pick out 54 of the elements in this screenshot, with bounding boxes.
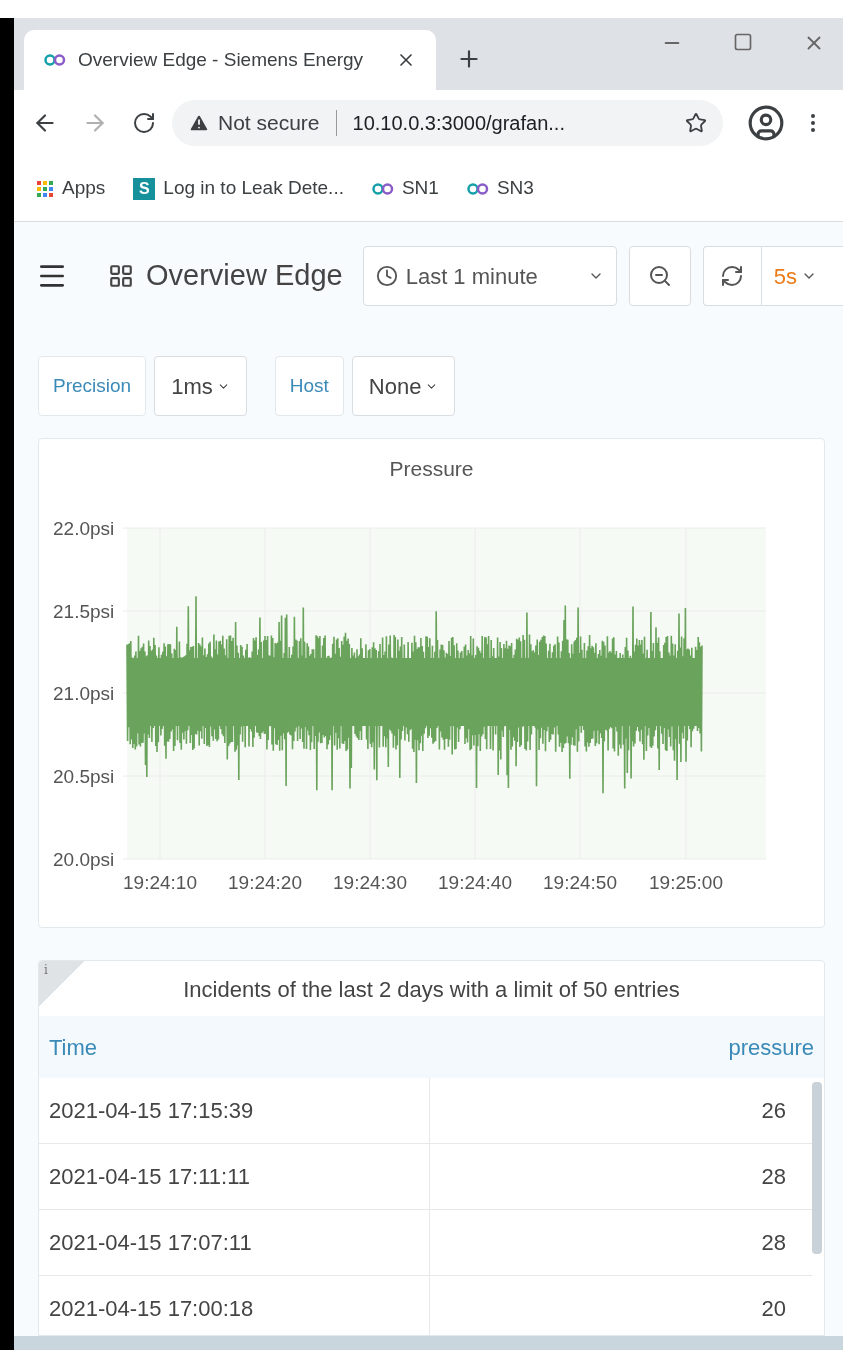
axis-label: 22.0psi	[53, 517, 115, 539]
axis-label: 21.5psi	[53, 600, 115, 622]
security-label: Not secure	[218, 110, 320, 137]
table-cell: 2021-04-15 17:15:39	[39, 1078, 430, 1143]
column-header[interactable]: pressure	[728, 1030, 814, 1064]
warning-icon	[188, 112, 210, 134]
clock-icon	[375, 265, 398, 287]
panel-title: Incidents of the last 2 days with a limit of 50 entries	[183, 976, 680, 1004]
zoom-out-icon	[647, 264, 672, 288]
maximize-icon[interactable]	[733, 32, 753, 52]
bookmark-star-icon[interactable]	[685, 112, 707, 134]
table-cell: 2021-04-15 17:11:11	[39, 1144, 430, 1209]
axis-label: 19:24:50	[543, 871, 617, 893]
axis-label: 19:24:40	[438, 871, 512, 893]
apps-grid-icon	[36, 179, 54, 198]
dashboard-grid-icon	[108, 263, 134, 289]
logo-icon	[466, 181, 489, 196]
axis-label: 19:24:10	[123, 871, 197, 893]
url-text: 10.10.0.3:3000/grafan...	[352, 111, 566, 136]
scrollbar-thumb[interactable]	[812, 1082, 822, 1254]
bookmark-link[interactable]: SN1	[401, 174, 439, 203]
browser-tab[interactable]: Overview Edge - Siemens Energy	[24, 30, 436, 90]
info-corner-icon: i	[39, 961, 85, 1007]
table-cell-text: 28	[760, 1163, 787, 1191]
axis-label: 20.5psi	[53, 765, 115, 787]
axis-label: 21.0psi	[53, 682, 115, 704]
axis-label: 19:24:20	[228, 871, 302, 893]
bookmark-favicon: S	[133, 177, 156, 200]
zoom-out-button[interactable]	[628, 246, 691, 306]
horizontal-scrollbar[interactable]	[14, 1336, 843, 1350]
table-cell: 2021-04-15 17:07:11	[39, 1210, 430, 1275]
axis-label: 20.0psi	[53, 848, 115, 870]
variable-select[interactable]: 1ms	[154, 356, 247, 416]
table-cell-text: 20	[760, 1295, 787, 1323]
panel-title: Pressure	[389, 456, 474, 482]
logo-icon	[44, 53, 66, 67]
reload-icon[interactable]	[132, 111, 156, 135]
dashboard-title[interactable]: Overview Edge	[146, 254, 343, 298]
table-cell-text: 28	[760, 1229, 787, 1257]
column-header[interactable]: Time	[49, 1030, 98, 1064]
axis-label: 19:25:00	[649, 871, 723, 893]
logo-icon	[371, 181, 394, 196]
bookmark-link[interactable]: Log in to Leak Dete...	[163, 174, 344, 203]
axis-label: 19:24:30	[333, 871, 407, 893]
bookmark-link[interactable]: SN3	[496, 174, 534, 203]
profile-icon[interactable]	[747, 104, 785, 142]
address-bar[interactable]: Not secure 10.10.0.3:3000/grafan...	[172, 100, 723, 146]
variable-label: Host	[274, 356, 344, 416]
variable-label: Precision	[38, 356, 147, 416]
variable-select[interactable]: None	[351, 356, 456, 416]
refresh-icon	[720, 264, 745, 288]
bookmark-link[interactable]: Apps	[62, 174, 106, 203]
table-cell-text: 26	[760, 1097, 787, 1125]
time-range-picker[interactable]: Last 1 minute	[362, 246, 617, 306]
